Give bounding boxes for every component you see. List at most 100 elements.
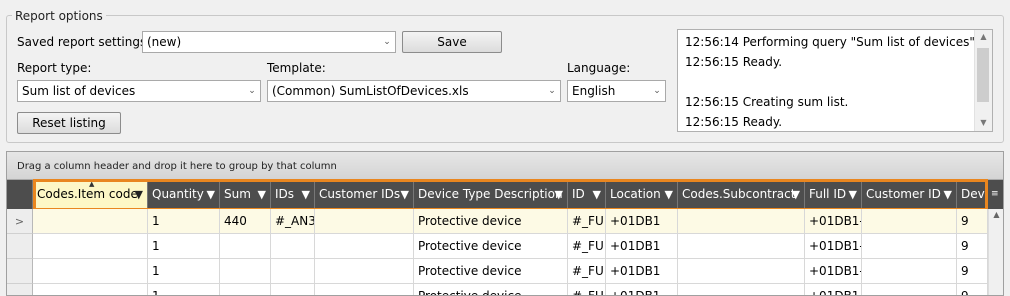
filter-icon[interactable]: ▼ (849, 180, 857, 209)
grid-cell[interactable] (33, 209, 148, 234)
grid-cell[interactable] (220, 259, 271, 284)
filter-icon[interactable]: ▼ (593, 180, 601, 209)
grid-cell[interactable]: +01DB1-i (805, 259, 862, 284)
grid-cell[interactable]: 9 (957, 259, 988, 284)
grid-cell[interactable] (315, 284, 414, 295)
column-header-sum[interactable]: Sum ▼ (220, 180, 271, 209)
grid-cell[interactable] (862, 209, 957, 234)
grid-cell[interactable] (678, 209, 805, 234)
column-header-full-id[interactable]: Full ID ▼ (805, 180, 862, 209)
log-scroll-thumb[interactable] (977, 48, 989, 102)
grid-cell[interactable]: 9 (957, 234, 988, 259)
grid-cell[interactable] (271, 259, 315, 284)
column-header-customer-id[interactable]: Customer ID ▼ (862, 180, 957, 209)
row-header[interactable]: > (7, 209, 33, 234)
filter-icon[interactable]: ▼ (135, 180, 143, 209)
grid-cell[interactable] (678, 234, 805, 259)
filter-icon[interactable]: ▼ (258, 180, 266, 209)
grid-cell[interactable]: +01DB1 (606, 209, 678, 234)
grid-cell[interactable] (271, 284, 315, 295)
scroll-up-icon[interactable]: ▲ (975, 32, 992, 41)
grid-cell[interactable]: 440 (220, 209, 271, 234)
filter-icon[interactable]: ▼ (792, 180, 800, 209)
scroll-up-icon[interactable]: ▲ (989, 210, 1003, 219)
column-header-row: ▲ Codes.Item code ▼ Quantity ▼ Sum ▼ IDs… (7, 180, 1003, 209)
grid-cell[interactable]: +01DB1 (606, 234, 678, 259)
grid-cell[interactable]: Protective device (414, 234, 568, 259)
grid-cell[interactable] (33, 234, 148, 259)
grid-cell[interactable] (33, 259, 148, 284)
log-output[interactable]: 12:56:14 Performing query "Sum list of d… (677, 29, 993, 132)
save-button[interactable]: Save (402, 31, 502, 53)
row-header[interactable] (7, 234, 33, 259)
grid-cell[interactable]: 1 (148, 259, 220, 284)
grid-cell[interactable]: +01DB1 (606, 284, 678, 295)
scroll-down-icon[interactable]: ▼ (975, 118, 992, 127)
filter-icon[interactable]: ▼ (302, 180, 310, 209)
grid-cell[interactable] (862, 259, 957, 284)
grid-cell[interactable]: #_FU (568, 259, 606, 284)
grid-cell[interactable]: 9 (957, 284, 988, 295)
grid-cell[interactable] (678, 259, 805, 284)
grid-cell[interactable] (315, 259, 414, 284)
language-value: English (572, 84, 616, 98)
sort-ascending-icon: ▲ (89, 180, 95, 188)
group-by-panel[interactable]: Drag a column header and drop it here to… (7, 152, 1003, 180)
grid-cell[interactable] (315, 209, 414, 234)
grid-cell[interactable]: 1 (148, 284, 220, 295)
grid-cell[interactable]: +01DB1-i (805, 209, 862, 234)
filter-icon[interactable]: ▼ (555, 180, 563, 209)
grid-cell[interactable] (862, 234, 957, 259)
grid-vertical-scrollbar[interactable]: ▲ (988, 209, 1003, 295)
template-combo[interactable]: (Common) SumListOfDevices.xls ⌄ (267, 80, 561, 102)
grid-cell[interactable]: Protective device (414, 209, 568, 234)
grid-cell[interactable] (315, 234, 414, 259)
column-label: Customer ID (866, 187, 941, 201)
column-header-location[interactable]: Location ▼ (606, 180, 678, 209)
reset-listing-button[interactable]: Reset listing (17, 112, 121, 134)
grid-cell[interactable]: +01DB1 (606, 259, 678, 284)
column-header-customer-ids[interactable]: Customer IDs ▼ (315, 180, 414, 209)
grid-cell[interactable] (271, 234, 315, 259)
column-header-quantity[interactable]: Quantity ▼ (148, 180, 220, 209)
column-label: Codes.Subcontract (682, 187, 796, 201)
filter-icon[interactable]: ▼ (665, 180, 673, 209)
filter-icon[interactable]: ▼ (944, 180, 952, 209)
grid-cell[interactable]: #_FU (568, 209, 606, 234)
row-header[interactable] (7, 259, 33, 284)
log-scrollbar[interactable]: ▲ ▼ (974, 30, 992, 131)
grid-cell[interactable]: 1 (148, 209, 220, 234)
column-label: IDs (275, 187, 295, 201)
grid-cell[interactable]: Protective device (414, 259, 568, 284)
language-combo[interactable]: English ⌄ (567, 80, 666, 102)
column-label: ID (572, 187, 585, 201)
column-header-id[interactable]: ID ▼ (568, 180, 606, 209)
grid-cell[interactable] (678, 284, 805, 295)
filter-icon[interactable]: ▼ (401, 180, 409, 209)
column-header-dev[interactable]: Dev (957, 180, 988, 209)
grid-cell[interactable]: 9 (957, 209, 988, 234)
grid-cell[interactable]: #_FU (568, 234, 606, 259)
grid-cell[interactable] (220, 234, 271, 259)
grid-cell[interactable]: +01DB1-i (805, 284, 862, 295)
grid-cell[interactable] (220, 284, 271, 295)
column-header-device-type-description[interactable]: Device Type Description ▼ (414, 180, 568, 209)
report-type-combo[interactable]: Sum list of devices ⌄ (17, 80, 261, 102)
grid-cell[interactable]: #_FU (568, 284, 606, 295)
grid-cell[interactable]: +01DB1-i (805, 234, 862, 259)
filter-icon[interactable]: ▼ (207, 180, 215, 209)
column-header-codes-subcontract[interactable]: Codes.Subcontract ▼ (678, 180, 805, 209)
column-header-ids[interactable]: IDs ▼ (271, 180, 315, 209)
grid-cell[interactable]: 1 (148, 234, 220, 259)
column-chooser-icon[interactable]: ≡ (988, 180, 1003, 209)
row-header[interactable] (7, 284, 33, 295)
grid-cell[interactable]: #_AN3 (271, 209, 315, 234)
column-header-item-code[interactable]: ▲ Codes.Item code ▼ (33, 180, 148, 209)
template-value: (Common) SumListOfDevices.xls (272, 84, 469, 98)
chevron-down-icon: ⌄ (653, 86, 661, 96)
saved-settings-combo[interactable]: (new) ⌄ (142, 31, 396, 53)
grid-cell[interactable] (33, 284, 148, 295)
chevron-down-icon: ⌄ (248, 86, 256, 96)
grid-cell[interactable]: Protective device (414, 284, 568, 295)
grid-cell[interactable] (862, 284, 957, 295)
